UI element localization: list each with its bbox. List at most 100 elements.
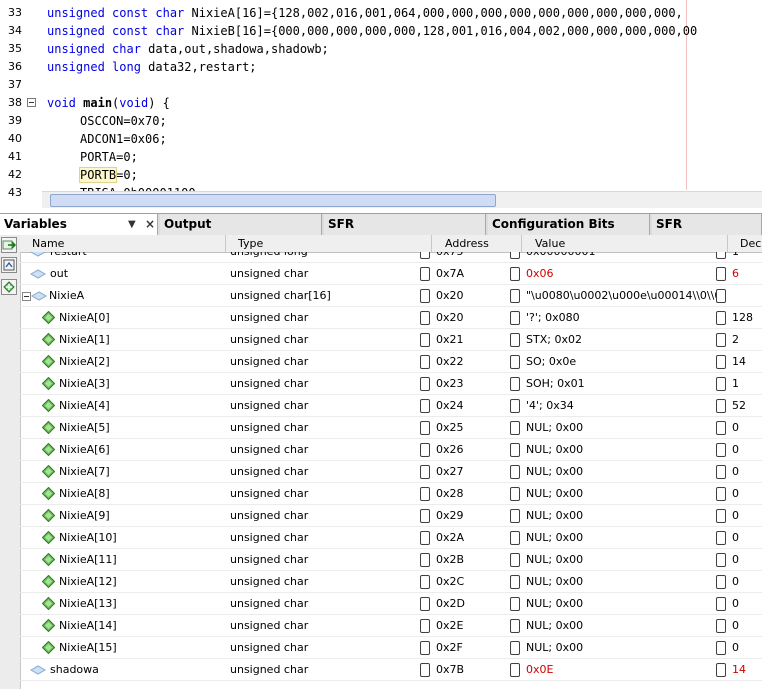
value-edit-button[interactable]	[510, 333, 520, 347]
address-edit-button[interactable]	[420, 575, 430, 589]
variable-value[interactable]: 0x0E	[526, 659, 718, 681]
variable-value[interactable]: NUL; 0x00	[526, 527, 718, 549]
value-edit-button[interactable]	[510, 553, 520, 567]
address-edit-button[interactable]	[420, 399, 430, 413]
variable-row[interactable]: NixieA[1] unsigned char 0x21 STX; 0x02 2	[20, 329, 762, 351]
code-line[interactable]: 36 unsigned long data32,restart;	[0, 58, 762, 76]
variable-value[interactable]: '4'; 0x34	[526, 395, 718, 417]
address-edit-button[interactable]	[420, 267, 430, 281]
close-icon[interactable]: ×	[145, 214, 155, 235]
variable-value[interactable]: NUL; 0x00	[526, 483, 718, 505]
variable-value[interactable]: NUL; 0x00	[526, 615, 718, 637]
decimal-edit-button[interactable]	[716, 553, 726, 567]
decimal-edit-button[interactable]	[716, 355, 726, 369]
variable-row[interactable]: shadowa unsigned char 0x7B 0x0E 14	[20, 659, 762, 681]
decimal-edit-button[interactable]	[716, 311, 726, 325]
address-edit-button[interactable]	[420, 377, 430, 391]
address-edit-button[interactable]	[420, 465, 430, 479]
variable-row[interactable]: NixieA[6] unsigned char 0x26 NUL; 0x00 0	[20, 439, 762, 461]
value-edit-button[interactable]	[510, 399, 520, 413]
address-edit-button[interactable]	[420, 663, 430, 677]
variable-row[interactable]: NixieA[2] unsigned char 0x22 SO; 0x0e 14	[20, 351, 762, 373]
value-edit-button[interactable]	[510, 509, 520, 523]
address-edit-button[interactable]	[420, 333, 430, 347]
code-line[interactable]: 37	[0, 76, 762, 94]
decimal-edit-button[interactable]	[716, 443, 726, 457]
address-edit-button[interactable]	[420, 619, 430, 633]
variable-value[interactable]: 0x06	[526, 263, 718, 285]
decimal-edit-button[interactable]	[716, 289, 726, 303]
decimal-edit-button[interactable]	[716, 487, 726, 501]
collapse-icon[interactable]	[22, 292, 31, 301]
variable-row[interactable]: NixieA[5] unsigned char 0x25 NUL; 0x00 0	[20, 417, 762, 439]
variable-row[interactable]: NixieA[3] unsigned char 0x23 SOH; 0x01 1	[20, 373, 762, 395]
value-edit-button[interactable]	[510, 641, 520, 655]
variable-decimal[interactable]: 0	[732, 549, 762, 571]
value-edit-button[interactable]	[510, 465, 520, 479]
variable-row[interactable]: NixieA[15] unsigned char 0x2F NUL; 0x00 0	[20, 637, 762, 659]
value-edit-button[interactable]	[510, 421, 520, 435]
variable-value[interactable]: NUL; 0x00	[526, 461, 718, 483]
column-header-decimal[interactable]: Deci	[728, 235, 762, 252]
variable-row[interactable]: NixieA[9] unsigned char 0x29 NUL; 0x00 0	[20, 505, 762, 527]
variable-value[interactable]: NUL; 0x00	[526, 549, 718, 571]
tab-configuration-bits[interactable]: Configuration Bits	[488, 214, 650, 235]
variable-value[interactable]: "\u0080\u0002\u000e\u00014\\0\\0\\	[526, 285, 718, 307]
fold-collapse-icon[interactable]	[27, 98, 36, 107]
tab-sfr[interactable]: SFR	[324, 214, 486, 235]
code-line[interactable]: 41 PORTA=0;	[0, 148, 762, 166]
code-line[interactable]: 35 unsigned char data,out,shadowa,shadowb…	[0, 40, 762, 58]
code-editor[interactable]: 33 unsigned const char NixieA[16]={128,00…	[0, 0, 762, 208]
decimal-edit-button[interactable]	[716, 465, 726, 479]
value-edit-button[interactable]	[510, 289, 520, 303]
variable-value[interactable]: NUL; 0x00	[526, 593, 718, 615]
minimize-icon[interactable]: ▼	[128, 214, 136, 235]
variable-value[interactable]: NUL; 0x00	[526, 439, 718, 461]
variable-decimal[interactable]: 0	[732, 571, 762, 593]
value-edit-button[interactable]	[510, 311, 520, 325]
decimal-edit-button[interactable]	[716, 575, 726, 589]
variable-decimal[interactable]: 6	[732, 263, 762, 285]
decimal-edit-button[interactable]	[716, 333, 726, 347]
variable-decimal[interactable]: 52	[732, 395, 762, 417]
variable-value[interactable]: NUL; 0x00	[526, 417, 718, 439]
decimal-edit-button[interactable]	[716, 663, 726, 677]
editor-horizontal-scrollbar[interactable]	[42, 191, 762, 208]
variable-decimal[interactable]: 0	[732, 593, 762, 615]
address-edit-button[interactable]	[420, 421, 430, 435]
tab-output[interactable]: Output	[160, 214, 322, 235]
code-line[interactable]: 42 PORTB=0;	[0, 166, 762, 184]
variable-decimal[interactable]: 0	[732, 505, 762, 527]
variable-decimal[interactable]: 0	[732, 527, 762, 549]
decimal-edit-button[interactable]	[716, 597, 726, 611]
column-header-address[interactable]: Address	[432, 235, 522, 252]
address-edit-button[interactable]	[420, 509, 430, 523]
variable-decimal[interactable]	[732, 285, 762, 307]
value-edit-button[interactable]	[510, 267, 520, 281]
variable-row[interactable]: restart unsigned long 0x75 0x00000001 1	[20, 252, 762, 263]
variable-value[interactable]: NUL; 0x00	[526, 637, 718, 659]
variable-decimal[interactable]: 1	[732, 252, 762, 263]
address-edit-button[interactable]	[420, 252, 430, 259]
code-line[interactable]: 33 unsigned const char NixieA[16]={128,00…	[0, 4, 762, 22]
decimal-edit-button[interactable]	[716, 399, 726, 413]
value-edit-button[interactable]	[510, 663, 520, 677]
variable-row[interactable]: NixieA[11] unsigned char 0x2B NUL; 0x00 0	[20, 549, 762, 571]
variable-row[interactable]: NixieA[14] unsigned char 0x2E NUL; 0x00 0	[20, 615, 762, 637]
column-header-type[interactable]: Type	[226, 235, 432, 252]
address-edit-button[interactable]	[420, 289, 430, 303]
code-line[interactable]: 34 unsigned const char NixieB[16]={000,00…	[0, 22, 762, 40]
variable-decimal[interactable]: 0	[732, 615, 762, 637]
column-header-name[interactable]: Name	[20, 235, 226, 252]
decimal-edit-button[interactable]	[716, 252, 726, 259]
decimal-edit-button[interactable]	[716, 421, 726, 435]
variable-decimal[interactable]: 0	[732, 637, 762, 659]
variable-value[interactable]: 0x00000001	[526, 252, 718, 263]
variable-row[interactable]: NixieA[10] unsigned char 0x2A NUL; 0x00 0	[20, 527, 762, 549]
decimal-edit-button[interactable]	[716, 531, 726, 545]
variable-decimal[interactable]: 14	[732, 351, 762, 373]
variable-value[interactable]: STX; 0x02	[526, 329, 718, 351]
variable-row[interactable]: NixieA[4] unsigned char 0x24 '4'; 0x34 52	[20, 395, 762, 417]
variable-row[interactable]: NixieA[12] unsigned char 0x2C NUL; 0x00 0	[20, 571, 762, 593]
tab-variables[interactable]: Variables ▼ ×	[0, 214, 158, 235]
